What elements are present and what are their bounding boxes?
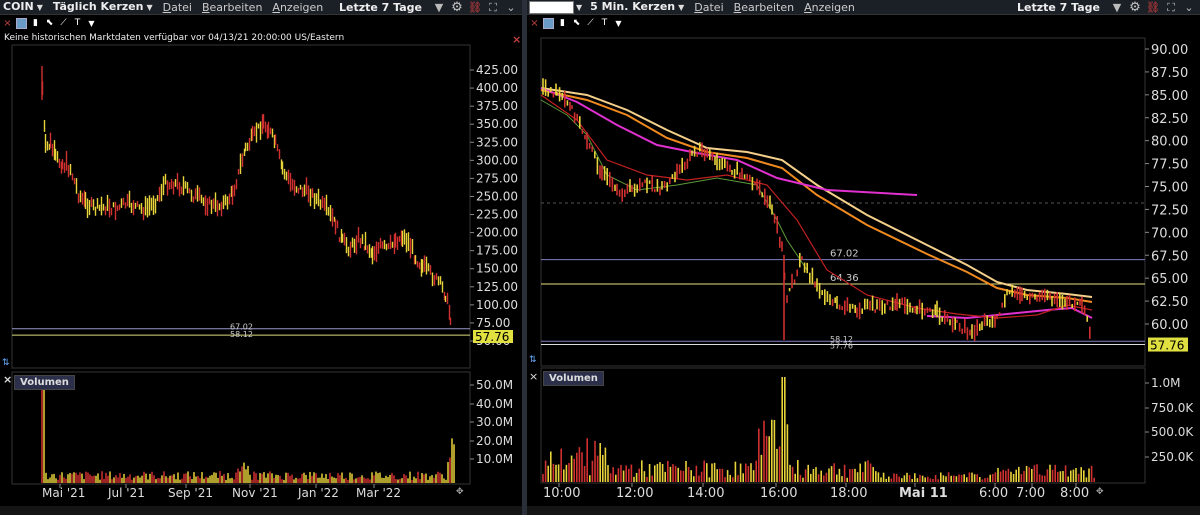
left-time-ruler[interactable] (0, 506, 522, 515)
time-tick-label: Mai 11 (899, 486, 948, 501)
volume-tick-label: 50.0M (476, 378, 513, 392)
scale-icon: ⇅ (2, 358, 10, 368)
volume-tick-label: 40.0M (476, 397, 513, 411)
price-tick-label: 400.00 (476, 81, 518, 95)
time-tick-label: 16:00 (760, 486, 797, 501)
price-tick-label: 75.00 (1151, 181, 1188, 196)
price-tick-label: 300.00 (476, 153, 518, 167)
pan-icon: ✥ (456, 487, 464, 497)
price-tick-label: 65.00 (1151, 272, 1188, 287)
time-tick-label: 12:00 (616, 486, 653, 501)
time-tick-label: 14:00 (687, 486, 724, 501)
price-tick-label: 77.50 (1151, 158, 1188, 173)
right-chart-canvas[interactable]: 90.00 87.50 85.00 82.50 80.00 77.50 75.00 72.50… (527, 0, 1200, 515)
volume-tick-label: 500.0K (1151, 425, 1194, 439)
right-time-ruler[interactable] (527, 506, 1200, 515)
last-price-label: 57.76 (475, 330, 509, 344)
time-tick-label: Mai '21 (42, 486, 85, 500)
volume-panel-label: Volumen (14, 375, 75, 390)
time-tick-label: Sep '21 (168, 486, 213, 500)
price-tick-label: 72.50 (1151, 203, 1188, 218)
price-tick-label: 70.00 (1151, 226, 1188, 241)
time-tick-label: Mar '22 (356, 486, 401, 500)
intraday-chart-window: ▼ 5 Min. Kerzen ▼ Datei Bearbeiten Anzeig… (527, 0, 1200, 515)
time-tick-label: 18:00 (830, 486, 867, 501)
time-tick-label: 6:00 (979, 486, 1008, 501)
moving-average-yellow (540, 87, 1093, 298)
time-tick-label: Nov '21 (232, 486, 278, 500)
daily-chart-window: COIN ▼ Täglich Kerzen ▼ Datei Bearbeiten A… (0, 0, 522, 515)
price-tick-label: 275.00 (476, 171, 518, 185)
price-tick-label: 225.00 (476, 208, 518, 222)
last-price-label: 57.76 (1150, 339, 1184, 353)
price-tick-label: 350.00 (476, 117, 518, 131)
time-tick-label: 7:00 (1016, 486, 1045, 501)
time-tick-label: 8:00 (1060, 486, 1089, 501)
level-label-5776: 57.76 (830, 342, 853, 351)
price-tick-label: 375.00 (476, 99, 518, 113)
volume-close-icon: × (529, 370, 538, 383)
price-tick-label: 150.00 (476, 262, 518, 276)
level-label-67: 67.02 (830, 249, 859, 260)
volume-tick-label: 1.0M (1151, 376, 1180, 390)
time-tick-label: 10:00 (543, 486, 580, 501)
price-tick-label: 175.00 (476, 244, 518, 258)
price-tick-label: 60.00 (1151, 318, 1188, 333)
time-tick-label: Jul '21 (107, 486, 145, 500)
price-tick-label: 80.00 (1151, 135, 1188, 150)
volume-close-icon[interactable]: × (3, 373, 12, 386)
price-panel-frame (11, 44, 471, 369)
price-tick-label: 200.00 (476, 226, 518, 240)
volume-tick-label: 750.0K (1151, 401, 1194, 415)
pan-icon: ✥ (1096, 487, 1104, 497)
left-chart-canvas[interactable]: 425.00 400.00 375.00 350.00 325.00 300.00 275.… (0, 0, 522, 515)
price-tick-label: 90.00 (1151, 43, 1188, 58)
scale-icon: ⇅ (529, 355, 537, 365)
price-tick-label: 325.00 (476, 135, 518, 149)
price-tick-label: 75.00 (476, 316, 510, 330)
price-tick-label: 125.00 (476, 280, 518, 294)
volume-tick-label: 250.0K (1151, 450, 1194, 464)
price-panel-frame (540, 37, 1146, 367)
price-tick-label: 85.00 (1151, 89, 1188, 104)
volume-panel-label: Volumen (543, 371, 604, 386)
price-tick-label: 250.00 (476, 189, 518, 203)
price-tick-label: 62.50 (1151, 295, 1188, 310)
time-tick-label: Jan '22 (297, 486, 339, 500)
price-tick-label: 87.50 (1151, 66, 1188, 81)
level-label-58: 58.12 (230, 330, 253, 339)
price-tick-label: 100.00 (476, 298, 518, 312)
price-tick-label: 82.50 (1151, 112, 1188, 127)
price-tick-label: 67.50 (1151, 249, 1188, 264)
volume-panel-frame (11, 371, 471, 485)
volume-tick-label: 10.0M (476, 452, 513, 466)
moving-average-orange (540, 89, 1093, 303)
price-tick-label: 425.00 (476, 63, 518, 77)
volume-tick-label: 20.0M (476, 434, 513, 448)
volume-tick-label: 30.0M (476, 415, 513, 429)
